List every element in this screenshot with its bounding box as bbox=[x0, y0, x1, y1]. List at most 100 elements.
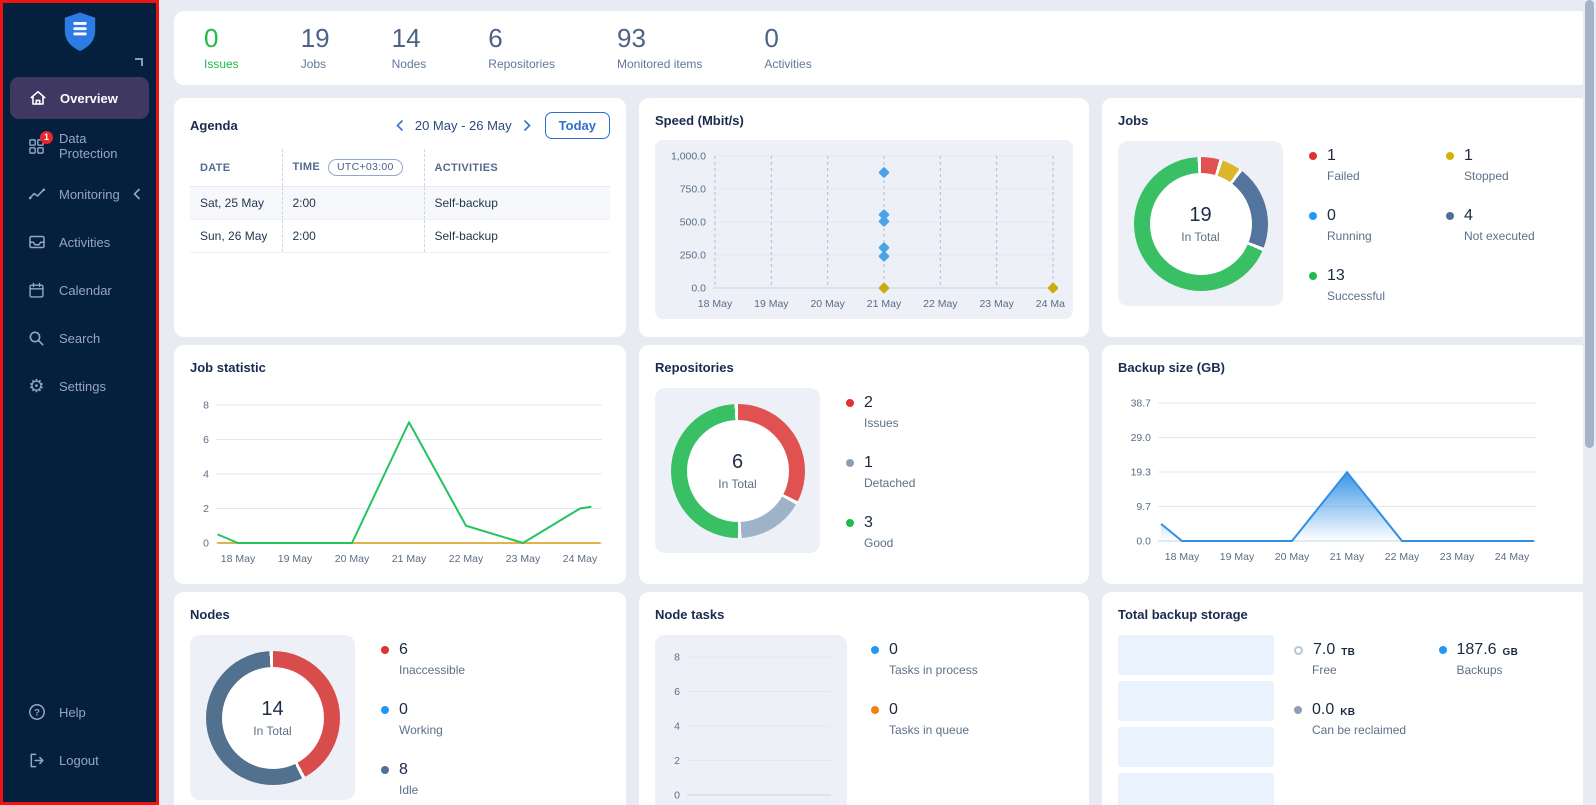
legend-dot bbox=[1294, 706, 1302, 714]
jobs-legend: 1Failed0Running13Successful1Stopped4Not … bbox=[1309, 147, 1573, 306]
speed-card: Speed (Mbit/s) 1,000.0750.0500.0250.00.0… bbox=[639, 98, 1089, 337]
today-button[interactable]: Today bbox=[545, 112, 610, 139]
jobs-donut-chart: 19 In Total bbox=[1134, 157, 1268, 291]
stat-value: 14 bbox=[392, 25, 427, 51]
legend-dot bbox=[871, 646, 879, 654]
svg-text:19 May: 19 May bbox=[1220, 551, 1255, 563]
legend-dot bbox=[381, 646, 389, 654]
svg-text:6: 6 bbox=[203, 434, 209, 446]
speed-chart: 1,000.0750.0500.0250.00.018 May19 May20 … bbox=[655, 140, 1073, 319]
agenda-time: 2:00 bbox=[282, 220, 424, 253]
svg-text:24 May: 24 May bbox=[1036, 298, 1065, 310]
sidebar-item-label: Calendar bbox=[59, 283, 112, 298]
sidebar-item-settings[interactable]: ⚙Settings bbox=[3, 362, 156, 410]
agenda-activity: Self-backup bbox=[424, 220, 610, 253]
legend-value: 0.0 bbox=[1312, 701, 1334, 719]
sidebar-item-help[interactable]: ? Help bbox=[3, 688, 156, 736]
sidebar-item-label: Logout bbox=[59, 753, 99, 768]
stat-issues[interactable]: 0Issues bbox=[204, 25, 239, 71]
agenda-row: Sun, 26 May2:00Self-backup bbox=[190, 220, 610, 253]
stat-value: 93 bbox=[617, 25, 702, 51]
svg-text:23 May: 23 May bbox=[1440, 551, 1475, 563]
sidebar-item-search[interactable]: Search bbox=[3, 314, 156, 362]
stat-jobs[interactable]: 19Jobs bbox=[301, 25, 330, 71]
repositories-donut-panel: 6 In Total bbox=[655, 388, 820, 553]
legend-item-tasks-in-queue: 0Tasks in queue bbox=[871, 701, 1073, 737]
scrollbar-thumb[interactable] bbox=[1585, 0, 1594, 448]
legend-value: 1 bbox=[864, 454, 873, 472]
agenda-time: 2:00 bbox=[282, 187, 424, 220]
legend-value: 13 bbox=[1327, 267, 1345, 285]
legend-label: Detached bbox=[864, 476, 1073, 490]
svg-text:0.0: 0.0 bbox=[1136, 536, 1151, 548]
legend-value: 0 bbox=[1327, 207, 1336, 225]
sidebar-item-data-protection[interactable]: 1Data Protection bbox=[3, 122, 156, 170]
nodes-card: Nodes 14 In Total 6Inaccessible0Working8… bbox=[174, 592, 626, 805]
legend-label: Tasks in process bbox=[889, 663, 1073, 677]
job-statistic-chart: 8642018 May19 May20 May21 May22 May23 Ma… bbox=[190, 395, 610, 572]
nodes-donut-panel: 14 In Total bbox=[190, 635, 355, 800]
sidebar-item-calendar[interactable]: Calendar bbox=[3, 266, 156, 314]
inbox-icon bbox=[27, 233, 46, 252]
legend-label: Failed bbox=[1327, 169, 1436, 183]
date-range-nav: 20 May - 26 May bbox=[396, 118, 531, 133]
stat-repositories[interactable]: 6Repositories bbox=[488, 25, 555, 71]
chevron-left-icon[interactable] bbox=[133, 188, 141, 200]
svg-text:21 May: 21 May bbox=[867, 298, 902, 310]
legend-item-successful: 13Successful bbox=[1309, 267, 1436, 303]
legend-dot bbox=[1446, 152, 1454, 160]
sidebar-item-label: Activities bbox=[59, 235, 110, 250]
card-title: Total backup storage bbox=[1118, 607, 1248, 622]
sidebar-item-logout[interactable]: Logout bbox=[3, 736, 156, 784]
next-week-button[interactable] bbox=[523, 119, 531, 132]
card-title: Backup size (GB) bbox=[1118, 360, 1225, 375]
legend-value: 8 bbox=[399, 761, 408, 779]
storage-card: Total backup storage 7.0TBFree0.0KBCan b… bbox=[1102, 592, 1589, 805]
legend-dot bbox=[381, 766, 389, 774]
stat-value: 6 bbox=[488, 25, 555, 51]
legend-dot bbox=[846, 399, 854, 407]
legend-dot bbox=[871, 706, 879, 714]
svg-text:9.7: 9.7 bbox=[1136, 501, 1151, 513]
legend-item-idle: 8Idle bbox=[381, 761, 610, 797]
card-title: Speed (Mbit/s) bbox=[655, 113, 744, 128]
svg-text:4: 4 bbox=[674, 721, 680, 733]
svg-text:22 May: 22 May bbox=[1385, 551, 1420, 563]
sidebar-bottom-nav: ? Help Logout bbox=[3, 688, 156, 784]
svg-text:0: 0 bbox=[674, 790, 680, 802]
sidebar-item-overview[interactable]: Overview bbox=[10, 77, 149, 119]
stat-nodes[interactable]: 14Nodes bbox=[392, 25, 427, 71]
date-range-label: 20 May - 26 May bbox=[415, 118, 512, 133]
logout-icon bbox=[27, 751, 46, 770]
legend-value: 6 bbox=[399, 641, 408, 659]
stat-monitored-items[interactable]: 93Monitored items bbox=[617, 25, 702, 71]
legend-label: Inaccessible bbox=[399, 663, 610, 677]
shield-logo-icon bbox=[61, 11, 99, 58]
svg-text:23 May: 23 May bbox=[506, 553, 541, 565]
timezone-pill: UTC+03:00 bbox=[328, 159, 403, 176]
prev-week-button[interactable] bbox=[396, 119, 404, 132]
agenda-card: Agenda 20 May - 26 May Today DATE TI bbox=[174, 98, 626, 337]
jobs-donut-panel: 19 In Total bbox=[1118, 141, 1283, 306]
svg-text:2: 2 bbox=[203, 503, 209, 515]
sidebar-item-label: Help bbox=[59, 705, 86, 720]
sidebar-item-activities[interactable]: Activities bbox=[3, 218, 156, 266]
sidebar-item-monitoring[interactable]: Monitoring bbox=[3, 170, 156, 218]
card-title: Repositories bbox=[655, 360, 734, 375]
svg-text:20 May: 20 May bbox=[335, 553, 370, 565]
svg-text:?: ? bbox=[34, 707, 40, 718]
gear-icon: ⚙ bbox=[27, 377, 46, 396]
svg-text:29.0: 29.0 bbox=[1131, 432, 1152, 444]
svg-text:8: 8 bbox=[203, 400, 209, 412]
legend-item-issues: 2Issues bbox=[846, 394, 1073, 430]
repositories-card: Repositories 6 In Total 2Issues 1 Detached… bbox=[639, 345, 1089, 584]
stat-value: 0 bbox=[204, 25, 239, 51]
legend-value: 4 bbox=[1464, 207, 1473, 225]
stat-activities[interactable]: 0Activities bbox=[764, 25, 811, 71]
nodes-donut-chart: 14 In Total bbox=[206, 651, 340, 785]
legend-unit: GB bbox=[1503, 643, 1519, 658]
sidebar-item-label: Overview bbox=[60, 91, 118, 106]
legend-item-stopped: 1Stopped bbox=[1446, 147, 1573, 183]
sidebar-resize-icon[interactable] bbox=[135, 58, 143, 66]
svg-text:19.3: 19.3 bbox=[1131, 467, 1152, 479]
